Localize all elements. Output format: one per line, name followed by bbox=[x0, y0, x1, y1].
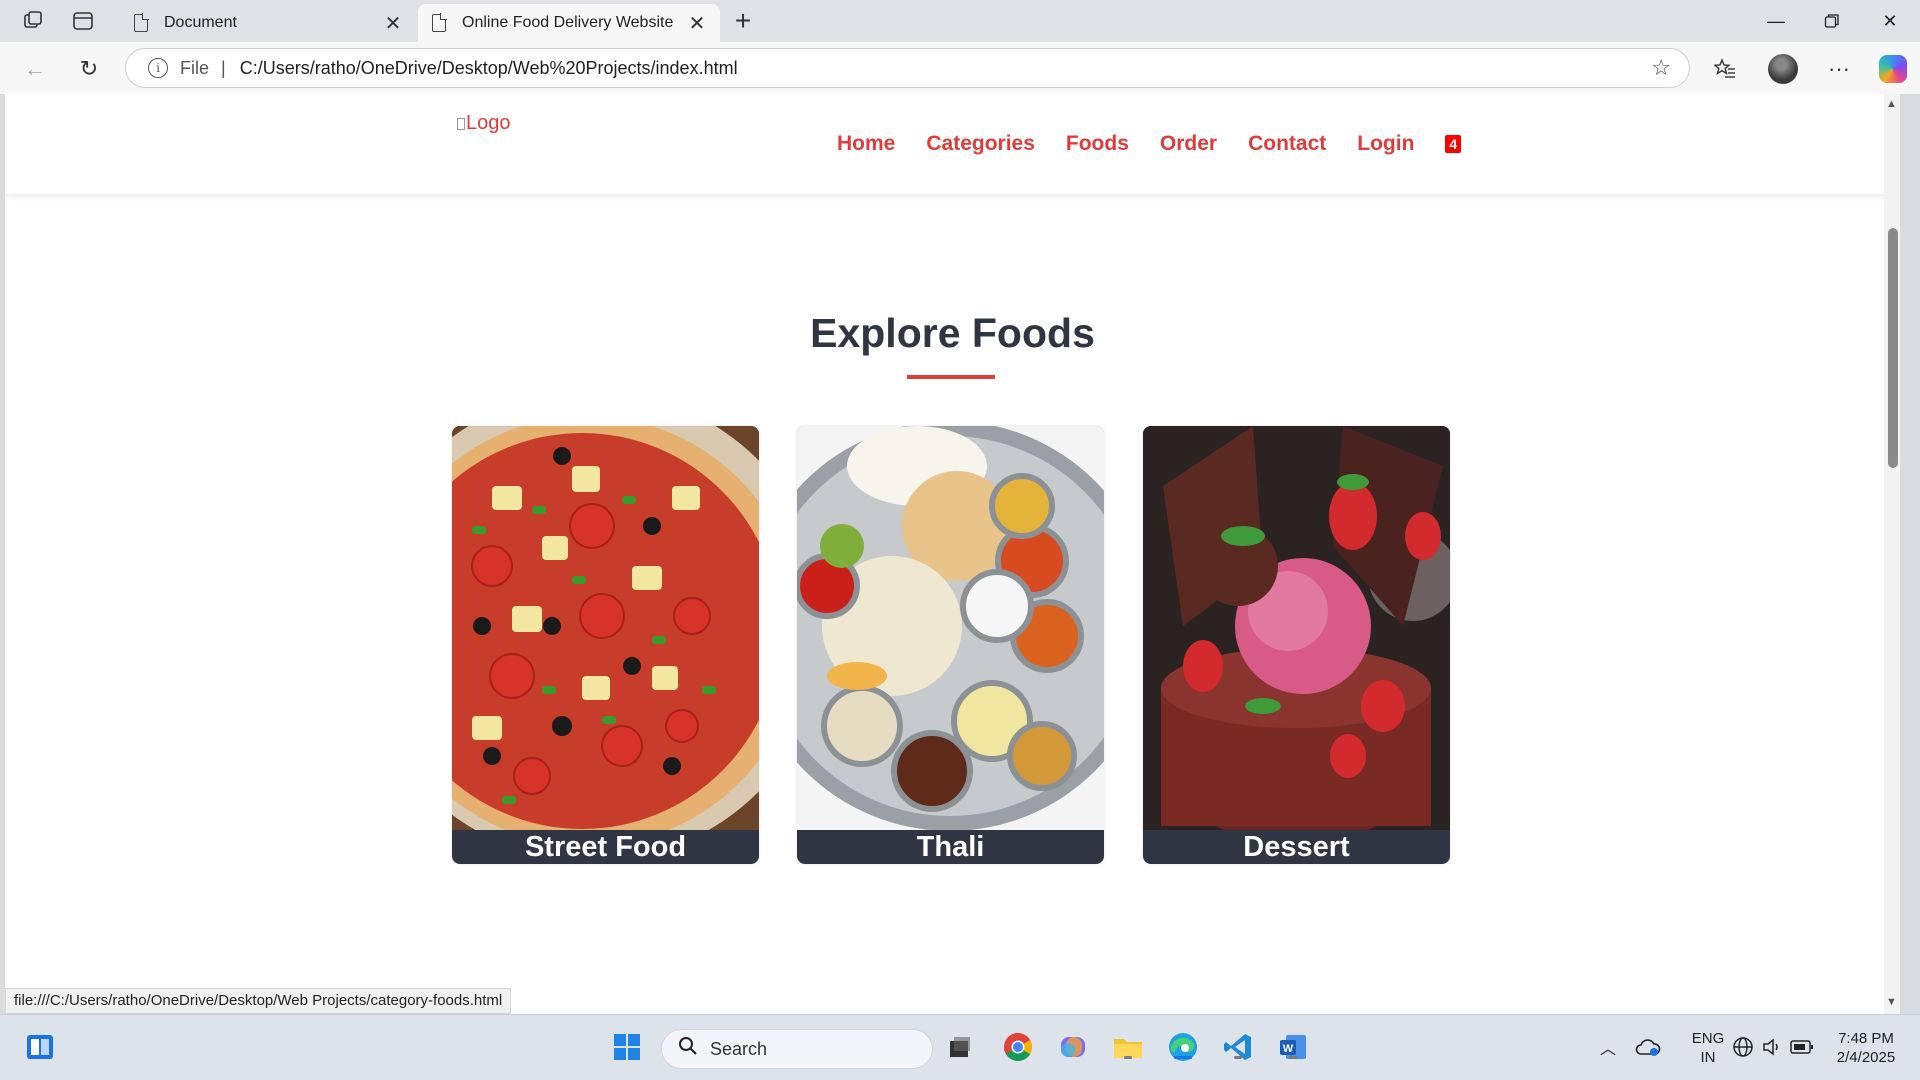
scroll-down-icon[interactable]: ▼ bbox=[1886, 996, 1897, 1008]
category-card-thali[interactable]: Thali bbox=[797, 426, 1104, 864]
broken-image-icon bbox=[457, 117, 465, 130]
vscode-icon[interactable] bbox=[1220, 1029, 1256, 1065]
status-bar-link: file:///C:/Users/ratho/OneDrive/Desktop/… bbox=[5, 988, 512, 1014]
pizza-image bbox=[452, 426, 759, 830]
nav-foods[interactable]: Foods bbox=[1066, 132, 1129, 156]
close-window-button[interactable]: ✕ bbox=[1862, 6, 1918, 36]
browser-tab-bar: Document ✕ Online Food Delivery Website … bbox=[0, 0, 1920, 42]
clock-time: 7:48 PM bbox=[1838, 1030, 1894, 1047]
workspaces-icon[interactable] bbox=[20, 8, 46, 34]
profile-avatar[interactable] bbox=[1766, 52, 1800, 86]
logo-alt-text: Logo bbox=[466, 112, 511, 134]
dessert-image bbox=[1143, 426, 1450, 830]
tab-online-food-delivery[interactable]: Online Food Delivery Website ✕ bbox=[418, 4, 720, 42]
onedrive-sync-icon[interactable] bbox=[1630, 1029, 1666, 1065]
lang-bottom: IN bbox=[1700, 1049, 1716, 1066]
word-icon[interactable]: W bbox=[1275, 1029, 1311, 1065]
favorites-icon[interactable] bbox=[1708, 52, 1742, 86]
category-caption: Dessert bbox=[1243, 831, 1350, 863]
category-card-dessert[interactable]: Dessert bbox=[1143, 426, 1450, 864]
favorite-star-icon[interactable]: ☆ bbox=[1651, 55, 1671, 81]
close-icon[interactable]: ✕ bbox=[384, 11, 402, 36]
address-bar[interactable]: i File | C:/Users/ratho/OneDrive/Desktop… bbox=[125, 48, 1690, 88]
refresh-icon[interactable]: ↻ bbox=[72, 52, 106, 86]
page-icon bbox=[432, 13, 447, 32]
page-icon bbox=[134, 13, 149, 32]
section-title: Explore Foods bbox=[810, 310, 1095, 356]
chevron-up-icon[interactable]: ︿ bbox=[1590, 1029, 1626, 1065]
tab-label: Online Food Delivery Website bbox=[462, 14, 674, 31]
browser-toolbar: ← ↻ i File | C:/Users/ratho/OneDrive/Des… bbox=[0, 42, 1920, 94]
chrome-icon[interactable] bbox=[1000, 1029, 1036, 1065]
tab-document[interactable]: Document ✕ bbox=[120, 4, 416, 42]
copilot-app-icon[interactable] bbox=[1055, 1029, 1091, 1065]
windows-taskbar: Search W ︿ ENG IN 7:48 PM 2/4/2025 bbox=[0, 1014, 1920, 1080]
url-text[interactable]: C:/Users/ratho/OneDrive/Desktop/Web%20Pr… bbox=[240, 58, 1652, 79]
widgets-icon[interactable] bbox=[22, 1029, 58, 1065]
category-caption: Thali bbox=[916, 831, 985, 863]
nav-order[interactable]: Order bbox=[1160, 132, 1217, 156]
nav-contact[interactable]: Contact bbox=[1248, 132, 1326, 156]
scheme-label: File bbox=[180, 57, 210, 78]
scroll-up-icon[interactable]: ▲ bbox=[1886, 98, 1897, 110]
clock[interactable]: 7:48 PM 2/4/2025 bbox=[1824, 1015, 1908, 1080]
scrollbar-thumb[interactable] bbox=[1888, 228, 1898, 468]
svg-text:W: W bbox=[1283, 1043, 1294, 1055]
site-logo[interactable]: Logo bbox=[457, 112, 511, 135]
close-icon[interactable]: ✕ bbox=[688, 11, 706, 36]
nav-login[interactable]: Login bbox=[1357, 132, 1414, 156]
tab-actions-icon[interactable] bbox=[70, 8, 96, 34]
address-separator: | bbox=[221, 57, 226, 78]
file-explorer-icon[interactable] bbox=[1110, 1029, 1146, 1065]
lang-top: ENG bbox=[1691, 1030, 1725, 1047]
taskbar-search-box[interactable]: Search bbox=[661, 1029, 933, 1069]
nav-home[interactable]: Home bbox=[837, 132, 895, 156]
battery-icon[interactable] bbox=[1784, 1029, 1820, 1065]
start-windows-icon[interactable] bbox=[609, 1029, 645, 1065]
title-underline bbox=[907, 375, 995, 379]
page-scrollbar[interactable]: ▲ ▼ bbox=[1884, 94, 1900, 1014]
main-nav: Home Categories Foods Order Contact Logi… bbox=[837, 132, 1462, 156]
thali-image bbox=[797, 426, 1104, 830]
restore-button[interactable] bbox=[1804, 6, 1860, 36]
back-arrow-icon[interactable]: ← bbox=[18, 52, 52, 86]
search-placeholder: Search bbox=[710, 1038, 768, 1059]
task-view-icon[interactable] bbox=[942, 1029, 978, 1065]
search-icon bbox=[678, 1036, 698, 1062]
minimize-button[interactable]: — bbox=[1748, 6, 1804, 36]
page-viewport: Logo Home Categories Foods Order Contact… bbox=[5, 94, 1900, 1014]
copilot-icon[interactable] bbox=[1876, 52, 1910, 86]
tab-label: Document bbox=[164, 14, 237, 31]
cart-count-badge[interactable]: 4 bbox=[1445, 135, 1462, 153]
category-caption: Street Food bbox=[524, 831, 687, 863]
more-options-icon[interactable]: ··· bbox=[1822, 52, 1856, 86]
site-header: Logo Home Categories Foods Order Contact… bbox=[5, 94, 1900, 194]
clock-date: 2/4/2025 bbox=[1836, 1049, 1896, 1066]
new-tab-button[interactable]: + bbox=[728, 6, 758, 36]
edge-icon[interactable] bbox=[1165, 1029, 1201, 1065]
category-card-street-food[interactable]: Street Food bbox=[452, 426, 759, 864]
nav-categories[interactable]: Categories bbox=[926, 132, 1035, 156]
info-icon[interactable]: i bbox=[148, 58, 168, 78]
